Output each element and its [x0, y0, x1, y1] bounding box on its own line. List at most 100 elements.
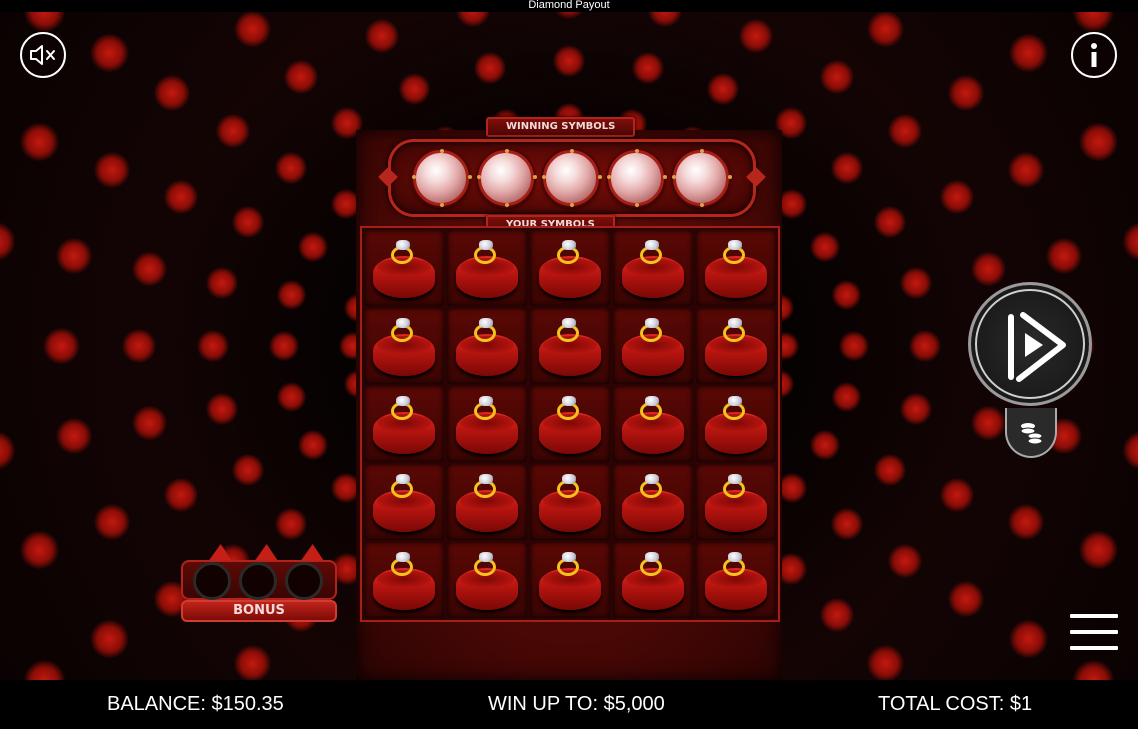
background-light: [900, 393, 933, 426]
total-cost-text: TOTAL COST: $1: [878, 693, 1033, 715]
background-light: [909, 330, 941, 362]
background-light: [164, 179, 199, 214]
bonus-slot: [239, 562, 277, 600]
menu-button[interactable]: [1070, 614, 1118, 650]
background-light: [551, 12, 587, 19]
bonus-meter: BONUS: [181, 544, 337, 624]
background-light: [274, 507, 307, 540]
gem-icon: [396, 318, 410, 328]
winning-symbols-banner: WINNING SYMBOLS: [486, 117, 636, 137]
scratch-cell[interactable]: [364, 386, 444, 462]
background-light: [738, 18, 773, 53]
background-light: [232, 206, 265, 239]
bonus-slot: [193, 562, 231, 600]
background-light: [164, 478, 199, 513]
scratch-cell[interactable]: [696, 464, 776, 540]
gem-icon: [396, 552, 410, 562]
background-light: [873, 453, 906, 486]
background-light: [196, 330, 229, 362]
scratch-cell[interactable]: [696, 230, 776, 306]
scratch-cell[interactable]: [613, 464, 693, 540]
bet-coins-button[interactable]: [1005, 408, 1057, 458]
winning-diamond-icon: [542, 149, 602, 207]
info-icon: [1091, 43, 1097, 67]
scratch-cell[interactable]: [447, 308, 527, 384]
scratch-cell[interactable]: [447, 230, 527, 306]
scratch-cell[interactable]: [447, 464, 527, 540]
background-light: [831, 381, 862, 412]
background-light: [93, 151, 130, 188]
background-light: [1009, 33, 1048, 73]
scratch-cell[interactable]: [613, 386, 693, 462]
scratch-cell[interactable]: [530, 230, 610, 306]
background-light: [838, 331, 869, 361]
background-light: [154, 74, 191, 111]
background-light: [205, 393, 238, 426]
scratch-cell[interactable]: [696, 308, 776, 384]
background-light: [56, 418, 93, 455]
background-light: [873, 206, 906, 239]
play-button[interactable]: [968, 282, 1092, 406]
background-light: [820, 598, 855, 633]
background-light: [93, 504, 130, 541]
scratch-cell[interactable]: [364, 464, 444, 540]
scratch-cell[interactable]: [696, 386, 776, 462]
background-light: [810, 429, 841, 460]
background-light: [1079, 530, 1118, 570]
scratch-cell[interactable]: [364, 308, 444, 384]
sound-toggle-button[interactable]: [20, 32, 66, 78]
background-light: [900, 266, 933, 299]
background-light: [831, 280, 862, 311]
gem-icon: [562, 318, 576, 328]
bonus-flag-icon: [255, 544, 281, 560]
background-light: [1122, 222, 1138, 261]
coins-icon: [1020, 423, 1043, 445]
scratch-cell[interactable]: [447, 386, 527, 462]
speaker-muted-icon: [30, 45, 55, 65]
scratch-cell[interactable]: [613, 542, 693, 618]
background-light: [132, 405, 167, 440]
background-light: [276, 381, 307, 412]
bonus-flag-icon: [209, 544, 235, 560]
scratch-cell[interactable]: [613, 230, 693, 306]
background-light: [456, 12, 491, 28]
scratch-cell[interactable]: [613, 308, 693, 384]
window-title: Diamond Payout: [0, 0, 1138, 12]
scratch-cell[interactable]: [530, 464, 610, 540]
background-light: [20, 122, 59, 162]
background-light: [553, 45, 585, 78]
background-light: [867, 645, 904, 680]
background-light: [56, 237, 93, 274]
background-light: [398, 73, 431, 106]
background-light: [888, 114, 923, 149]
gem-icon: [562, 552, 576, 562]
background-light: [132, 252, 167, 287]
scratch-cell[interactable]: [447, 542, 527, 618]
scratch-cell[interactable]: [530, 542, 610, 618]
background-light: [947, 581, 984, 618]
background-light: [1009, 619, 1048, 659]
scratch-cell[interactable]: [696, 542, 776, 618]
background-light: [297, 429, 328, 460]
background-light: [888, 543, 923, 578]
background-light: [1079, 122, 1118, 162]
scratch-cell[interactable]: [530, 308, 610, 384]
info-button[interactable]: [1071, 32, 1117, 78]
gem-icon: [645, 552, 659, 562]
scratch-cell[interactable]: [364, 230, 444, 306]
your-symbols-grid: [360, 226, 780, 622]
background-light: [820, 59, 855, 94]
gem-icon: [645, 474, 659, 484]
gem-icon: [396, 240, 410, 250]
gem-icon: [645, 396, 659, 406]
background-light: [0, 222, 16, 261]
background-light: [215, 114, 250, 149]
gem-icon: [396, 474, 410, 484]
gem-icon: [479, 318, 493, 328]
gem-icon: [728, 474, 742, 484]
status-footer: BALANCE: $150.35 WIN UP TO: $5,000 TOTAL…: [0, 680, 1138, 729]
background-light: [297, 232, 328, 263]
background-light: [1122, 431, 1138, 470]
scratch-cell[interactable]: [364, 542, 444, 618]
scratch-cell[interactable]: [530, 386, 610, 462]
